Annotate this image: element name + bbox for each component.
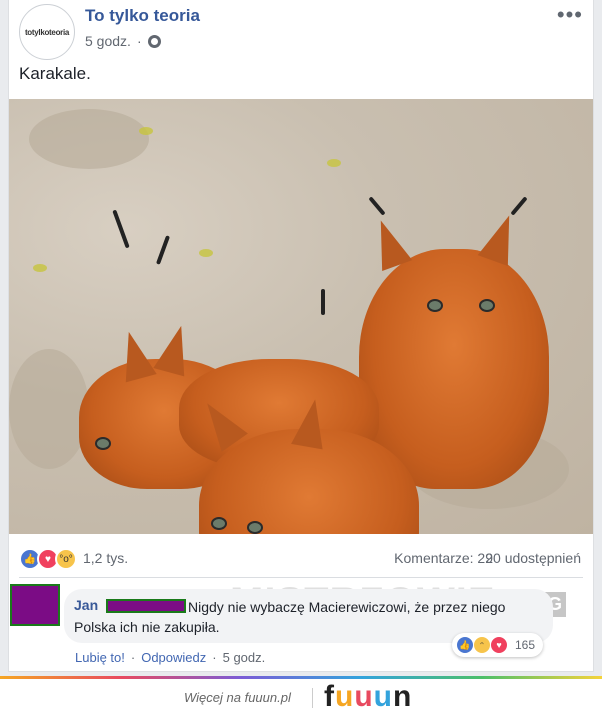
action-separator: · [130,650,136,665]
action-separator: · [212,650,217,665]
comment-actions: Lubię to! · Odpowiedz · 5 godz. [75,650,265,665]
logo-letter: f [324,680,335,713]
post-stats: 👍 ♥ °o° 1,2 tys. Komentarze: 29 20 udost… [9,545,593,571]
wow-reaction-icon: °o° [55,548,77,570]
divider [19,577,583,578]
globe-icon [147,34,161,48]
comments-count-link[interactable]: Komentarze: 29 [394,550,493,566]
shares-count-link[interactable]: 20 udostępnień [485,550,581,566]
like-reaction-icon: 👍 [456,636,474,654]
comment-text: Nigdy nie wybaczę Macierewiczowi, że prz… [74,599,506,635]
fuuun-logo[interactable]: fuuun [324,680,412,714]
facebook-post: totylkoteoria To tylko teoria 5 godz. · … [8,0,594,672]
post-photo-caracal-kittens[interactable] [9,99,593,534]
haha-reaction-icon: ᵔ [473,636,491,654]
page-avatar-logo: totylkoteoria [24,27,70,37]
page-name-link[interactable]: To tylko teoria [85,6,200,26]
reaction-icons[interactable]: 👍 ♥ °o° [19,548,77,570]
post-meta: 5 godz. · [85,33,161,49]
logo-letter: u [373,680,393,713]
site-footer: Więcej na fuuun.pl fuuun [0,676,602,716]
footer-separator [312,688,313,708]
reactions-count[interactable]: 1,2 tys. [83,550,128,566]
comment-reactions[interactable]: 👍 ᵔ ♥ 165 [452,633,544,657]
meta-separator: · [136,33,142,49]
logo-letter: u [354,680,374,713]
reply-comment-link[interactable]: Odpowiedz [141,650,206,665]
post-time[interactable]: 5 godz. [85,33,131,49]
love-reaction-icon: ♥ [490,636,508,654]
comment-author-avatar[interactable] [10,584,60,626]
comment-reaction-count: 165 [515,638,536,652]
post-caption: Karakale. [19,64,91,83]
like-comment-link[interactable]: Lubię to! [75,650,125,665]
footer-more-link[interactable]: Więcej na fuuun.pl [184,690,291,705]
page-avatar[interactable]: totylkoteoria [19,4,75,60]
logo-letter: n [392,680,413,713]
footer-color-stripe [0,676,602,679]
comment-time[interactable]: 5 godz. [223,650,266,665]
logo-letter: u [335,680,355,713]
more-options-icon[interactable]: ••• [557,2,583,28]
